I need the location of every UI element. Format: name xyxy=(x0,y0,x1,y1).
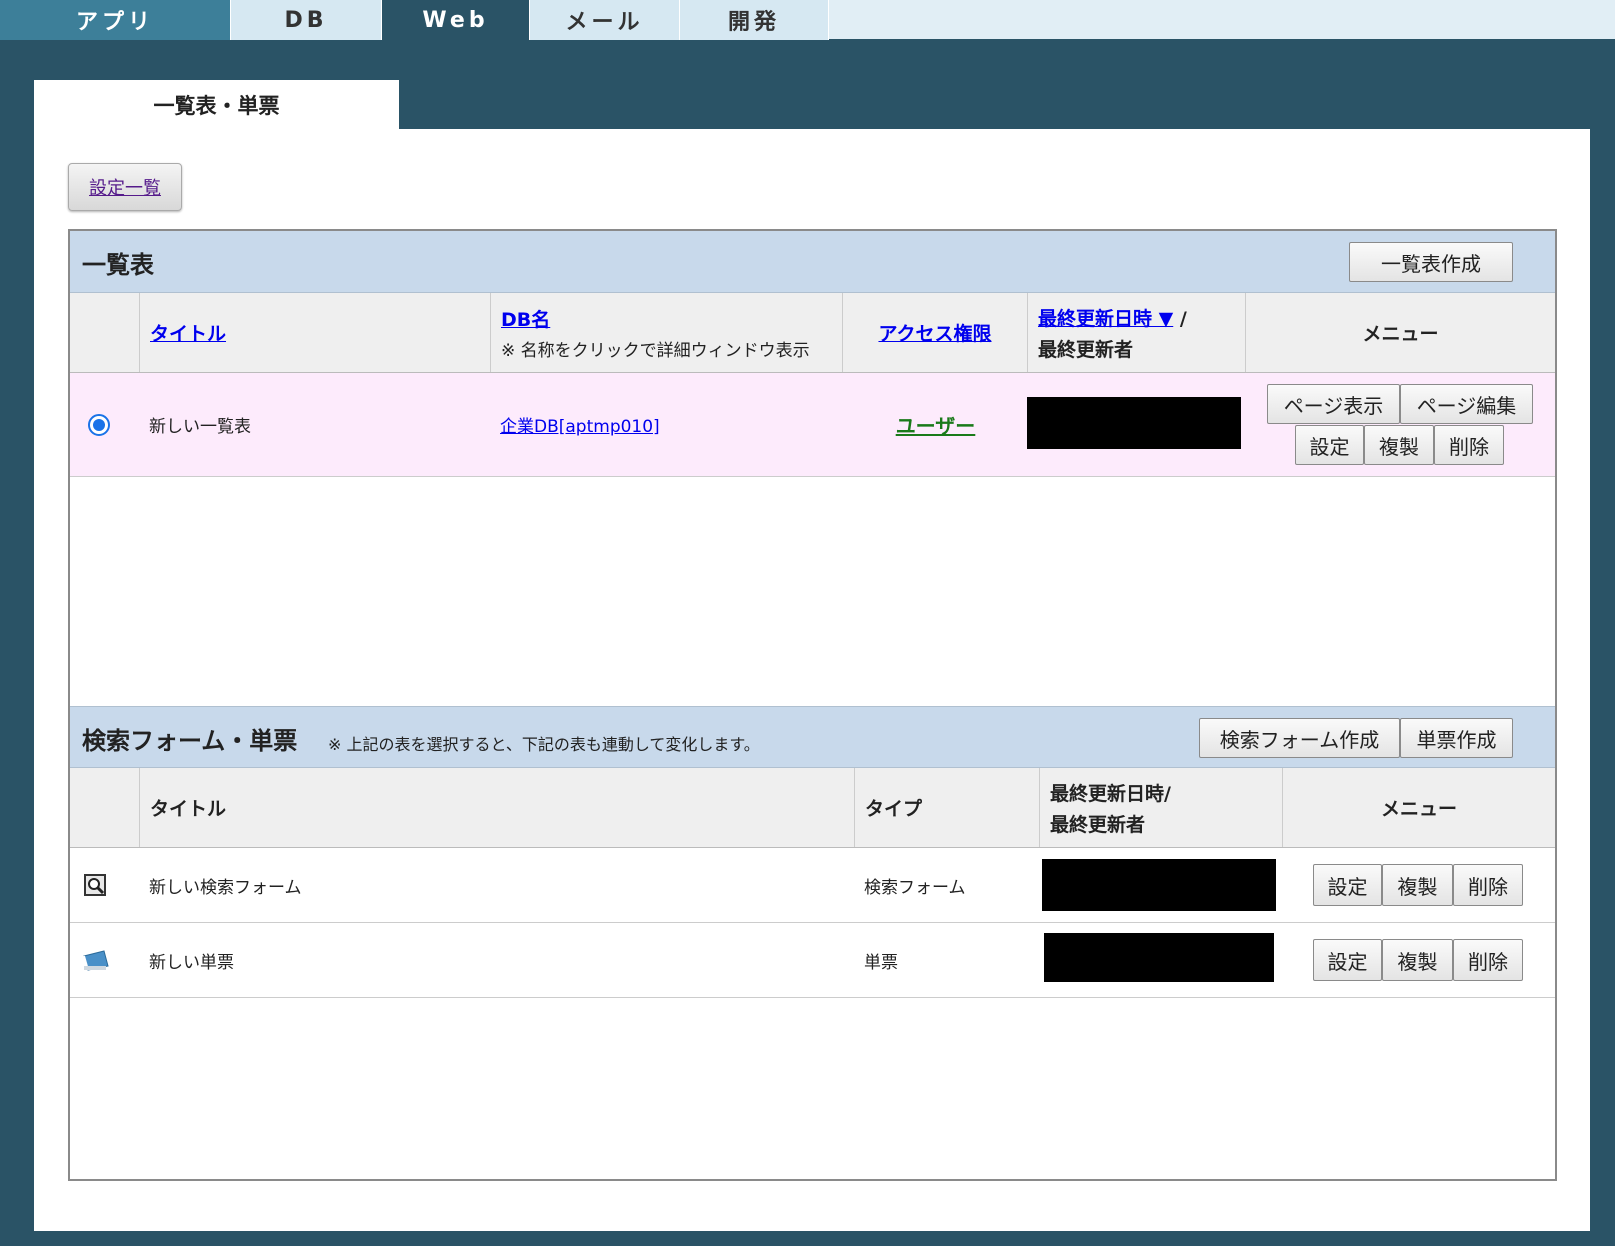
form-section-title: 検索フォーム・単票 xyxy=(82,727,298,755)
top-nav: アプリ DB Web メール 開発 xyxy=(0,0,1615,42)
nav-tab-app[interactable]: アプリ xyxy=(0,0,231,40)
header-menu: メニュー xyxy=(1362,323,1439,345)
nav-tab-db[interactable]: DB xyxy=(231,0,382,40)
header-form-type: タイプ xyxy=(855,768,1040,847)
sort-updated-link[interactable]: 最終更新日時 ▼ xyxy=(1038,308,1173,330)
search-form-icon xyxy=(84,848,114,922)
copy-button[interactable]: 複製 xyxy=(1364,425,1434,465)
settings-button[interactable]: 設定 xyxy=(1313,939,1382,981)
sort-db-name-link[interactable]: DB名 xyxy=(501,305,810,332)
settings-button[interactable]: 設定 xyxy=(1295,425,1364,465)
table-row[interactable]: 新しい一覧表 企業DB[aptmp010] ユーザー ページ表示 ページ編集 設… xyxy=(70,373,1555,477)
header-access: アクセス権限 xyxy=(843,293,1028,372)
form-row-type: 単票 xyxy=(864,952,898,973)
table-row[interactable]: 新しい単票 単票 設定 複製 削除 xyxy=(70,923,1555,998)
redacted-updated-info xyxy=(1044,933,1274,982)
nav-tab-dev[interactable]: 開発 xyxy=(680,0,829,40)
delete-button[interactable]: 削除 xyxy=(1453,939,1523,981)
redacted-updated-info xyxy=(1042,859,1276,911)
subtab-list-card[interactable]: 一覧表・単票 xyxy=(34,80,399,130)
row-db-name[interactable]: 企業DB[aptmp010] xyxy=(500,373,660,476)
delete-button[interactable]: 削除 xyxy=(1453,864,1523,906)
delete-button[interactable]: 削除 xyxy=(1434,425,1504,465)
nav-tab-mail[interactable]: メール xyxy=(530,0,680,40)
db-name-note: ※ 名称をクリックで詳細ウィンドウ表示 xyxy=(501,340,810,361)
form-section-header: 検索フォーム・単票 ※ 上記の表を選択すると、下記の表も連動して変化します。 検… xyxy=(70,706,1555,768)
header-updated: 最終更新日時 ▼ / 最終更新者 xyxy=(1028,293,1246,372)
settings-button[interactable]: 設定 xyxy=(1313,864,1382,906)
copy-button[interactable]: 複製 xyxy=(1382,939,1453,981)
form-row-title: 新しい単票 xyxy=(149,952,234,973)
create-list-button[interactable]: 一覧表作成 xyxy=(1349,242,1513,282)
create-search-form-button[interactable]: 検索フォーム作成 xyxy=(1199,718,1400,758)
header-form-updated-at: 最終更新日時/ xyxy=(1050,782,1171,805)
header-updated-by: 最終更新者 xyxy=(1038,338,1134,361)
header-form-menu: メニュー xyxy=(1380,798,1457,820)
row-access[interactable]: ユーザー xyxy=(843,373,1028,476)
copy-button[interactable]: 複製 xyxy=(1382,864,1453,906)
db-name-link[interactable]: 企業DB[aptmp010] xyxy=(500,412,660,437)
header-icon xyxy=(70,768,140,847)
header-form-title: タイトル xyxy=(140,768,855,847)
nav-spacer xyxy=(829,0,1615,39)
content-box: 一覧表 一覧表作成 タイトル DB名 ※ 名称をクリックで詳細ウィンドウ表示 ア… xyxy=(68,229,1557,1181)
page-edit-button[interactable]: ページ編集 xyxy=(1400,384,1533,424)
updated-separator: / xyxy=(1179,307,1187,330)
header-form-updated-by: 最終更新者 xyxy=(1050,813,1146,836)
list-section-header: 一覧表 一覧表作成 xyxy=(70,231,1555,293)
header-db-name: DB名 ※ 名称をクリックで詳細ウィンドウ表示 xyxy=(491,293,843,372)
settings-list-button[interactable]: 設定一覧 xyxy=(68,163,182,211)
header-select xyxy=(70,293,140,372)
create-card-button[interactable]: 単票作成 xyxy=(1400,718,1513,758)
row-select-radio[interactable] xyxy=(88,373,128,476)
header-title: タイトル xyxy=(140,293,491,372)
form-row-type: 検索フォーム xyxy=(864,877,966,898)
card-icon xyxy=(82,923,112,997)
redacted-updated-info xyxy=(1027,397,1241,449)
form-section-note: ※ 上記の表を選択すると、下記の表も連動して変化します。 xyxy=(328,735,760,754)
form-row-title: 新しい検索フォーム xyxy=(149,877,302,898)
nav-tab-web[interactable]: Web xyxy=(382,0,530,40)
sort-title-link[interactable]: タイトル xyxy=(150,319,226,346)
main-panel: 設定一覧 一覧表 一覧表作成 タイトル DB名 ※ 名称をクリックで詳細ウィンド… xyxy=(34,129,1590,1231)
table-row[interactable]: 新しい検索フォーム 検索フォーム 設定 複製 削除 xyxy=(70,848,1555,923)
list-section-title: 一覧表 xyxy=(82,251,154,279)
row-title: 新しい一覧表 xyxy=(149,417,251,437)
access-link[interactable]: ユーザー xyxy=(896,410,976,439)
header-form-updated: 最終更新日時/ 最終更新者 xyxy=(1040,768,1283,847)
page-view-button[interactable]: ページ表示 xyxy=(1267,384,1400,424)
form-table-header: タイトル タイプ 最終更新日時/ 最終更新者 メニュー xyxy=(70,768,1555,848)
list-table-header: タイトル DB名 ※ 名称をクリックで詳細ウィンドウ表示 アクセス権限 最終更新… xyxy=(70,293,1555,373)
sort-access-link[interactable]: アクセス権限 xyxy=(878,319,991,346)
